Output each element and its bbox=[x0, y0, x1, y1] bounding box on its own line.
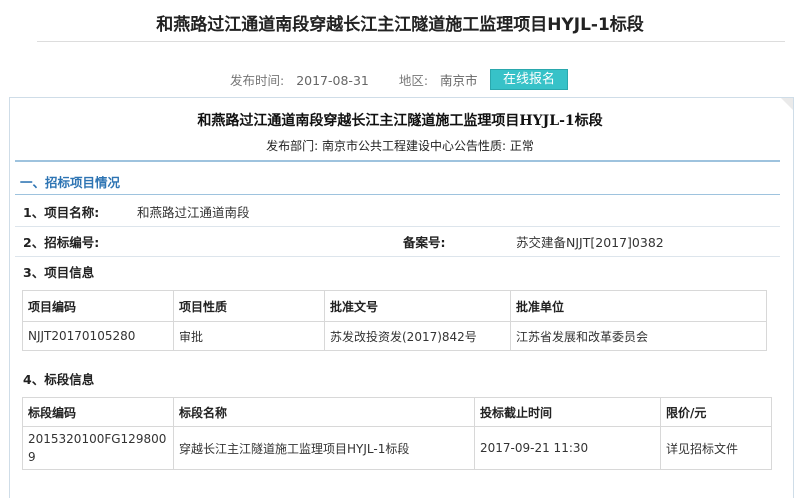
apply-online-button[interactable]: 在线报名 bbox=[490, 69, 568, 90]
title-divider bbox=[37, 41, 785, 42]
notice-divider bbox=[15, 160, 780, 162]
project-info-label: 3、项目信息 bbox=[23, 265, 95, 280]
table-header: 标段名称 bbox=[173, 397, 475, 427]
row-divider bbox=[15, 256, 780, 257]
table-cell: 2015320100FG1298009 bbox=[22, 426, 174, 470]
project-name-value: 和燕路过江通道南段 bbox=[137, 205, 250, 220]
region-value: 南京市 bbox=[440, 73, 478, 88]
meta-info: 发布时间: 2017-08-31 地区: 南京市 bbox=[230, 70, 478, 89]
table-header: 投标截止时间 bbox=[474, 397, 661, 427]
record-no-value: 苏交建备NJJT[2017]0382 bbox=[516, 235, 664, 250]
table-header: 项目性质 bbox=[173, 290, 325, 322]
project-info-table: 项目编码 项目性质 批准文号 批准单位 NJJT20170105280 审批 苏… bbox=[22, 290, 767, 351]
table-cell: NJJT20170105280 bbox=[22, 321, 174, 351]
region-label: 地区: bbox=[398, 73, 429, 88]
table-header: 限价/元 bbox=[660, 397, 772, 427]
table-row: NJJT20170105280 审批 苏发改投资发(2017)842号 江苏省发… bbox=[22, 321, 767, 351]
publish-time-label: 发布时间: bbox=[230, 73, 285, 88]
page-title: 和燕路过江通道南段穿越长江主江隧道施工监理项目HYJL-1标段 bbox=[156, 15, 644, 35]
table-header: 批准文号 bbox=[324, 290, 511, 322]
table-header: 批准单位 bbox=[510, 290, 767, 322]
table-cell: 苏发改投资发(2017)842号 bbox=[324, 321, 511, 351]
record-no-label: 备案号: bbox=[403, 235, 446, 250]
notice-title: 和燕路过江通道南段穿越长江主江隧道施工监理项目HYJL-1标段 bbox=[197, 113, 603, 129]
table-header-row: 项目编码 项目性质 批准文号 批准单位 bbox=[22, 290, 767, 322]
section-heading: 一、招标项目情况 bbox=[20, 175, 121, 190]
table-cell: 审批 bbox=[173, 321, 325, 351]
project-name-label: 1、项目名称: bbox=[23, 205, 100, 220]
table-cell: 详见招标文件 bbox=[660, 426, 772, 470]
table-cell: 江苏省发展和改革委员会 bbox=[510, 321, 767, 351]
section-info-label: 4、标段信息 bbox=[23, 372, 95, 387]
table-header-row: 标段编码 标段名称 投标截止时间 限价/元 bbox=[22, 397, 772, 427]
table-cell: 穿越长江主江隧道施工监理项目HYJL-1标段 bbox=[173, 426, 475, 470]
row-divider bbox=[15, 226, 780, 227]
section-info-table: 标段编码 标段名称 投标截止时间 限价/元 2015320100FG129800… bbox=[22, 397, 772, 470]
table-header: 标段编码 bbox=[22, 397, 174, 427]
frame-corner bbox=[781, 98, 793, 110]
tender-no-label: 2、招标编号: bbox=[23, 235, 100, 250]
publish-line: 发布部门: 南京市公共工程建设中心公告性质: 正常 bbox=[266, 139, 534, 153]
table-cell: 2017-09-21 11:30 bbox=[474, 426, 661, 470]
table-header: 项目编码 bbox=[22, 290, 174, 322]
publish-time: 2017-08-31 bbox=[296, 73, 369, 88]
section-divider bbox=[15, 194, 780, 195]
table-row: 2015320100FG1298009 穿越长江主江隧道施工监理项目HYJL-1… bbox=[22, 426, 772, 470]
